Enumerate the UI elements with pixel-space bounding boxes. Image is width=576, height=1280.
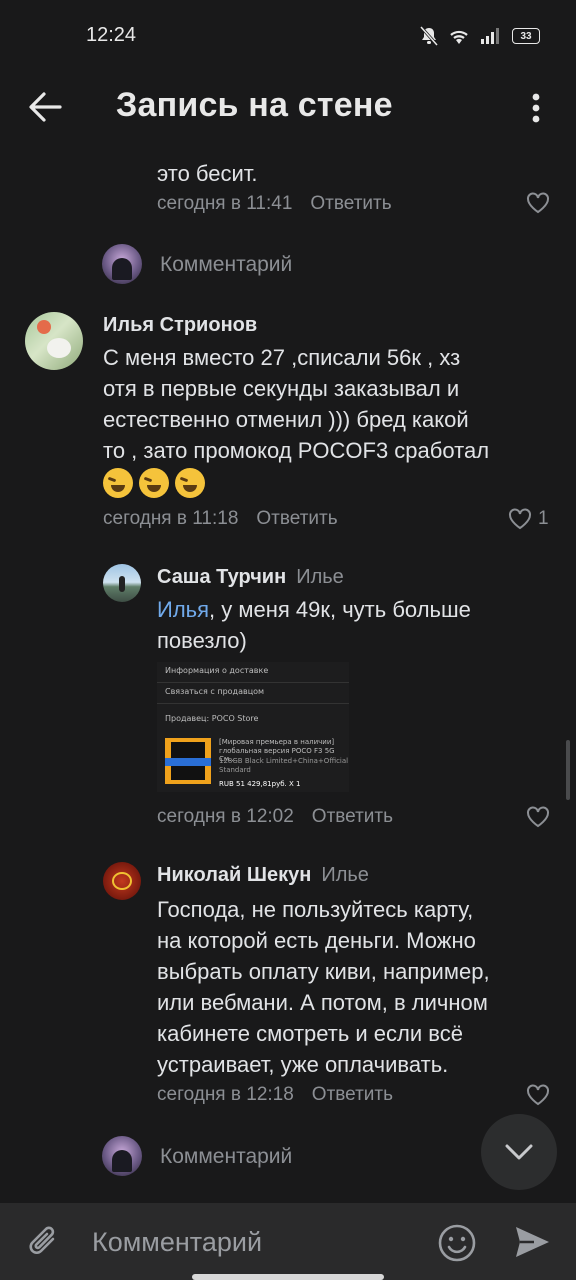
comment-meta: сегодня в 12:18 Ответить	[157, 1084, 393, 1106]
attachment-text: RUB 51 429,81руб. X 1	[219, 780, 301, 788]
reply-to: Илье	[296, 566, 344, 588]
reply-prompt[interactable]: Комментарий	[102, 1134, 462, 1182]
like-heart-icon	[509, 508, 531, 530]
reply-item: Николай Шекун Илье Господа, не пользуйтес…	[157, 864, 557, 1105]
comment-text-line: то , зато промокод POCOF3 сработал	[103, 438, 490, 463]
comment-text: , у меня 49к, чуть больше	[209, 597, 471, 622]
attachment-text: 128GB Black Limited+China+Official	[219, 757, 349, 765]
comment-meta: сегодня в 11:18 Ответить	[103, 508, 338, 530]
status-bar: 12:24 33	[0, 0, 576, 72]
avatar	[102, 244, 142, 284]
author-line: Николай Шекун Илье	[157, 864, 557, 887]
comment-time: сегодня в 11:18	[103, 508, 239, 529]
bell-off-icon	[420, 26, 438, 46]
comment-text-line: естественно отменил ))) бред какой	[103, 407, 469, 432]
battery-icon: 33	[512, 28, 540, 44]
attach-paperclip-icon[interactable]	[26, 1223, 64, 1261]
comment-text: это бесит.	[157, 161, 258, 186]
product-image	[165, 738, 211, 784]
status-time: 12:24	[86, 24, 137, 46]
comment-text-line: повезло)	[157, 628, 247, 653]
like-heart-icon[interactable]	[526, 806, 550, 828]
like-count: 1	[538, 508, 549, 529]
rofl-emoji	[139, 468, 169, 498]
comment-time: сегодня в 12:18	[157, 1084, 294, 1105]
navigation-handle[interactable]	[192, 1274, 384, 1280]
mention-link[interactable]: Илья	[157, 597, 209, 622]
comment-item: Илья Стрионов С меня вместо 27 ,списали …	[103, 314, 563, 529]
comment-text-line: Господа, не пользуйтесь карту,	[157, 897, 474, 922]
comment-text-line: отя в первые секунды заказывал и	[103, 376, 460, 401]
send-icon[interactable]	[513, 1224, 551, 1260]
comment-meta: сегодня в 12:02 Ответить	[157, 806, 393, 828]
reply-link[interactable]: Ответить	[310, 193, 391, 214]
chevron-down-icon	[505, 1144, 533, 1160]
comment-text-line: Илья, у меня 49к, чуть больше	[157, 594, 471, 625]
wifi-icon	[450, 30, 468, 44]
comment-text-line: С меня вместо 27 ,списали 56к , хз	[103, 345, 461, 370]
like-heart-icon[interactable]	[526, 192, 550, 214]
comment-placeholder: Комментарий	[160, 1145, 293, 1168]
battery-level: 33	[520, 30, 532, 42]
emoji-smile-icon[interactable]	[437, 1223, 477, 1263]
author-line: Саша Турчин Илье	[157, 566, 557, 589]
like-button[interactable]: 1	[508, 508, 549, 530]
like-heart-icon[interactable]	[526, 1084, 550, 1106]
status-icons: 33	[420, 26, 540, 46]
scrollbar[interactable]	[566, 740, 570, 800]
avatar[interactable]	[25, 312, 83, 370]
image-attachment[interactable]: Информация о доставке Связаться с продав…	[157, 662, 349, 792]
comment-meta: сегодня в 11:41 Ответить	[157, 193, 392, 215]
comment-composer: Комментарий	[0, 1203, 576, 1280]
attachment-text: Standard	[219, 766, 251, 774]
partial-comment: это бесит. сегодня в 11:41 Ответить	[157, 150, 557, 220]
reply-link[interactable]: Ответить	[256, 508, 337, 529]
comment-text-line: или вебмани. А потом, в личном	[157, 990, 488, 1015]
comment-text-line: устраивает, уже оплачивать.	[157, 1052, 449, 1077]
comment-placeholder: Комментарий	[160, 253, 293, 276]
reply-to: Илье	[321, 864, 369, 886]
back-arrow-icon[interactable]	[24, 86, 66, 128]
comment-time: сегодня в 12:02	[157, 806, 294, 827]
author-name[interactable]: Илья Стрионов	[103, 314, 563, 337]
attachment-text: Продавец: POCO Store	[165, 714, 259, 723]
avatar	[102, 1136, 142, 1176]
page-title: Запись на стене	[116, 86, 393, 124]
reply-item: Саша Турчин Илье Илья, у меня 49к, чуть б…	[157, 566, 557, 653]
signal-icon	[481, 28, 499, 44]
emoji-row	[103, 468, 489, 500]
app-bar: Запись на стене	[0, 72, 576, 150]
author-name[interactable]: Николай Шекун	[157, 864, 311, 886]
avatar[interactable]	[103, 862, 141, 900]
comment-input[interactable]: Комментарий	[92, 1227, 262, 1258]
comment-text-line: выбрать оплату киви, например,	[157, 959, 490, 984]
comment-text-line: на которой есть деньги. Можно	[157, 928, 476, 953]
comment-time: сегодня в 11:41	[157, 193, 293, 214]
comment-text-line: кабинете смотреть и если всё	[157, 1021, 463, 1046]
reply-prompt[interactable]: Комментарий	[102, 242, 522, 290]
attachment-text: Связаться с продавцом	[165, 687, 265, 696]
rofl-emoji	[175, 468, 205, 498]
rofl-emoji	[103, 468, 133, 498]
avatar[interactable]	[103, 564, 141, 602]
author-name[interactable]: Саша Турчин	[157, 566, 286, 588]
reply-link[interactable]: Ответить	[312, 806, 393, 827]
reply-link[interactable]: Ответить	[312, 1084, 393, 1105]
attachment-text: Информация о доставке	[165, 666, 269, 675]
more-options-icon[interactable]	[518, 88, 554, 128]
attachment-text: [Мировая премьера в наличии]	[219, 738, 335, 746]
scroll-down-button[interactable]	[481, 1114, 557, 1190]
